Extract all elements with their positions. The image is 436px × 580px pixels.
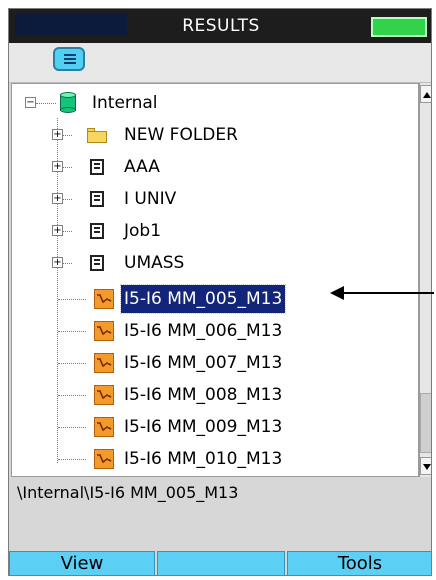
path-bar: \Internal\I5-I6 MM_005_M13 (9, 479, 431, 545)
collapse-icon[interactable]: − (25, 97, 36, 108)
softkey-tools[interactable]: Tools (287, 551, 431, 575)
tree-item-label: Job1 (124, 221, 162, 241)
softkey-middle[interactable] (157, 551, 285, 575)
job-icon (90, 159, 104, 175)
job-icon (90, 255, 104, 271)
device-frame: RESULTS − Internal + NEW FOLDER + AAA + … (0, 0, 436, 580)
expand-icon[interactable]: + (52, 129, 63, 140)
trace-icon (94, 289, 114, 309)
tree-item-label: I UNIV (124, 189, 177, 209)
tree-item-label: I5-I6 MM_007_M13 (124, 353, 283, 373)
title-bar: RESULTS (9, 9, 431, 43)
scroll-up-icon[interactable] (420, 85, 431, 103)
expand-icon[interactable]: + (52, 225, 63, 236)
tree-item-label: AAA (124, 157, 160, 177)
trace-icon (94, 417, 114, 437)
tree-item-result-006[interactable]: I5-I6 MM_006_M13 (12, 317, 412, 345)
tree-item-aaa[interactable]: + AAA (12, 153, 412, 181)
database-icon (60, 92, 76, 114)
toolbar (9, 43, 431, 83)
tree-item-result-010[interactable]: I5-I6 MM_010_M13 (12, 445, 412, 473)
tree-root-label: Internal (92, 93, 158, 113)
scroll-down-icon[interactable] (420, 457, 431, 475)
tree-root[interactable]: − Internal (12, 89, 412, 117)
job-icon (90, 191, 104, 207)
tree-item-label: UMASS (124, 253, 185, 273)
current-path: \Internal\I5-I6 MM_005_M13 (17, 483, 239, 502)
vertical-scrollbar[interactable] (419, 83, 431, 477)
scroll-thumb[interactable] (420, 393, 431, 453)
tree-item-label: I5-I6 MM_005_M13 (119, 284, 287, 314)
trace-icon (94, 449, 114, 469)
job-icon (90, 223, 104, 239)
file-tree: − Internal + NEW FOLDER + AAA + I UNIV +… (11, 83, 419, 477)
tree-item-label: I5-I6 MM_006_M13 (124, 321, 283, 341)
tree-item-label: I5-I6 MM_008_M13 (124, 385, 283, 405)
folder-icon (87, 128, 107, 143)
expand-icon[interactable]: + (52, 161, 63, 172)
tree-item-job1[interactable]: + Job1 (12, 217, 412, 245)
tree-item-label: I5-I6 MM_009_M13 (124, 417, 283, 437)
softkey-view[interactable]: View (9, 551, 155, 575)
battery-icon (371, 17, 427, 37)
tree-item-label: NEW FOLDER (124, 125, 238, 145)
softkey-bar: View Tools (9, 549, 431, 575)
tree-item-result-005[interactable]: I5-I6 MM_005_M13 (12, 284, 412, 314)
tree-item-new-folder[interactable]: + NEW FOLDER (12, 121, 412, 149)
tree-item-result-007[interactable]: I5-I6 MM_007_M13 (12, 349, 412, 377)
tree-item-umass[interactable]: + UMASS (12, 249, 412, 277)
trace-icon (94, 353, 114, 373)
tree-item-result-009[interactable]: I5-I6 MM_009_M13 (12, 413, 412, 441)
callout-arrow-line (340, 292, 434, 294)
trace-icon (94, 321, 114, 341)
menu-button[interactable] (53, 47, 85, 71)
tree-item-label: I5-I6 MM_010_M13 (124, 449, 283, 469)
tree-item-result-008[interactable]: I5-I6 MM_008_M13 (12, 381, 412, 409)
callout-arrow-icon (330, 286, 344, 300)
window-title: RESULTS (182, 16, 260, 36)
trace-icon (94, 385, 114, 405)
expand-icon[interactable]: + (52, 193, 63, 204)
tree-item-i-univ[interactable]: + I UNIV (12, 185, 412, 213)
expand-icon[interactable]: + (52, 257, 63, 268)
